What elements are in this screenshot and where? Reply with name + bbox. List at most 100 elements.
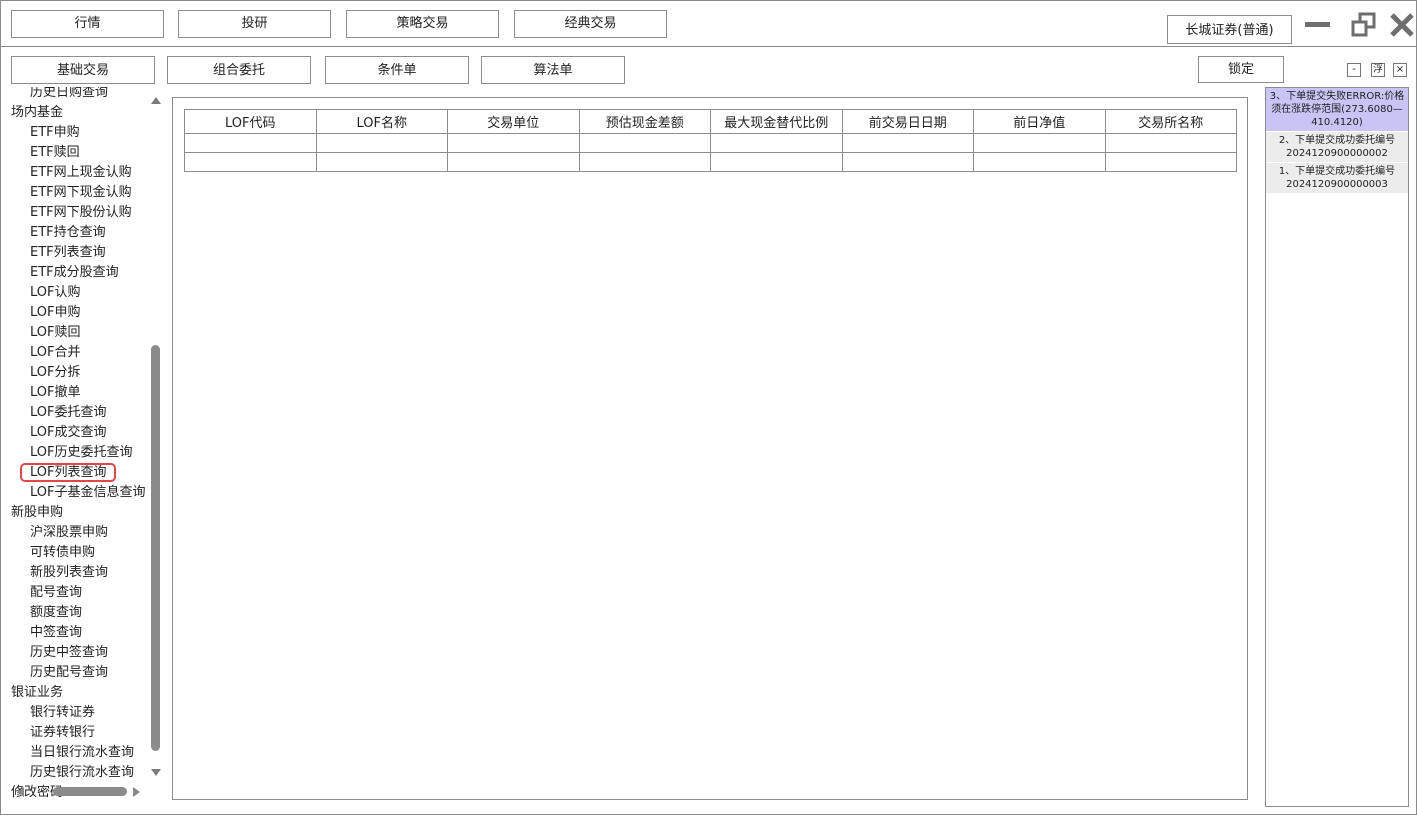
tree-item[interactable]: 额度查询 — [10, 603, 155, 623]
nav-research-button[interactable]: 投研 — [178, 10, 331, 38]
tree-item-label: 沪深股票申购 — [30, 525, 109, 540]
table-cell — [973, 133, 1106, 153]
nav-strategy-trade-button[interactable]: 策略交易 — [346, 10, 499, 38]
tree-item[interactable]: ETF申购 — [10, 123, 155, 143]
broker-account-button[interactable]: 长城证券(普通) — [1167, 15, 1292, 44]
function-tree: 历史日购查询 场内基金 ETF申购 ETF赎回 ETF网上现金认购 ETF网下现金认购 ET… — [10, 87, 163, 801]
tab-basic-trade[interactable]: 基础交易 — [11, 56, 155, 84]
tree-item[interactable]: LOF分拆 — [10, 363, 155, 383]
table-body — [184, 133, 1237, 172]
tab-portfolio-order[interactable]: 组合委托 — [167, 56, 311, 84]
scroll-left-icon[interactable] — [17, 787, 24, 797]
tree-item[interactable]: LOF列表查询 — [10, 463, 155, 483]
panel-float-button[interactable]: 浮 — [1371, 63, 1385, 77]
tree-item[interactable]: ETF列表查询 — [10, 243, 155, 263]
tree-item-label: ETF申购 — [30, 125, 80, 140]
tree-item-label: 新股申购 — [11, 505, 64, 520]
column-header[interactable]: 前日净值 — [973, 109, 1106, 134]
scroll-down-icon[interactable] — [151, 769, 161, 776]
tree-list: 历史日购查询 场内基金 ETF申购 ETF赎回 ETF网上现金认购 ETF网下现金认购 ET… — [10, 87, 155, 801]
table-cell — [1104, 133, 1237, 153]
tree-item[interactable]: LOF赎回 — [10, 323, 155, 343]
tree-item-label: LOF赎回 — [30, 325, 81, 340]
scroll-up-icon[interactable] — [151, 97, 161, 104]
tree-item[interactable]: 历史中签查询 — [10, 643, 155, 663]
table-cell — [315, 152, 448, 172]
tree-group[interactable]: 场内基金 — [10, 103, 155, 123]
tree-item-label: ETF列表查询 — [30, 245, 106, 260]
tree-item[interactable]: LOF历史委托查询 — [10, 443, 155, 463]
tree-item[interactable]: LOF认购 — [10, 283, 155, 303]
tree-group[interactable]: 银证业务 — [10, 683, 155, 703]
order-message-panel: 3、下单提交失败ERROR:价格须在涨跌停范围(273.6080—410.412… — [1265, 87, 1409, 807]
tree-item-label: 中签查询 — [30, 625, 83, 640]
tree-item[interactable]: 配号查询 — [10, 583, 155, 603]
tree-item[interactable]: 历史银行流水查询 — [10, 763, 155, 783]
lof-list-table: LOF代码 LOF名称 交易单位 预估现金差额 最大现金替代比例 前交易日日期 前日净值 交易… — [184, 109, 1237, 172]
tree-item[interactable]: LOF成交查询 — [10, 423, 155, 443]
table-cell — [447, 133, 580, 153]
table-cell — [841, 133, 974, 153]
tree-item[interactable]: ETF赎回 — [10, 143, 155, 163]
tree-item[interactable]: 新股列表查询 — [10, 563, 155, 583]
tree-item[interactable]: 证券转银行 — [10, 723, 155, 743]
table-row[interactable] — [184, 133, 1237, 153]
column-header[interactable]: 最大现金替代比例 — [710, 109, 843, 134]
column-header[interactable]: LOF名称 — [315, 109, 448, 134]
tree-item-label: ETF持仓查询 — [30, 225, 106, 240]
tree-item[interactable]: LOF子基金信息查询 — [10, 483, 155, 503]
column-header[interactable]: 预估现金差额 — [578, 109, 711, 134]
tree-item-label: 场内基金 — [11, 105, 64, 120]
tree-group[interactable]: 新股申购 — [10, 503, 155, 523]
table-row[interactable] — [184, 152, 1237, 172]
tree-vertical-scrollbar[interactable] — [149, 97, 163, 781]
tree-item[interactable]: ETF持仓查询 — [10, 223, 155, 243]
tree-item[interactable]: ETF网下股份认购 — [10, 203, 155, 223]
scroll-thumb[interactable] — [151, 345, 160, 751]
tree-item-label: LOF申购 — [30, 305, 81, 320]
tree-item[interactable]: LOF撤单 — [10, 383, 155, 403]
tree-item[interactable]: 可转债申购 — [10, 543, 155, 563]
column-header[interactable]: 交易单位 — [447, 109, 580, 134]
tree-item[interactable]: 历史日购查询 — [10, 87, 155, 103]
tree-horizontal-scrollbar[interactable] — [11, 785, 151, 799]
hscroll-thumb[interactable] — [53, 787, 127, 796]
close-icon[interactable] — [1388, 11, 1416, 39]
tab-algo-order[interactable]: 算法单 — [481, 56, 625, 84]
tree-item-label: 配号查询 — [30, 585, 83, 600]
restore-icon[interactable] — [1351, 12, 1377, 38]
tree-item-label: LOF分拆 — [30, 365, 81, 380]
column-header[interactable]: 交易所名称 — [1104, 109, 1237, 134]
table-cell — [315, 133, 448, 153]
lof-list-panel: LOF代码 LOF名称 交易单位 预估现金差额 最大现金替代比例 前交易日日期 前日净值 交易… — [172, 97, 1248, 800]
tree-item[interactable]: 中签查询 — [10, 623, 155, 643]
tab-conditional-order[interactable]: 条件单 — [325, 56, 469, 84]
tree-item-label: 可转债申购 — [30, 545, 96, 560]
tree-item-label: LOF撤单 — [30, 385, 81, 400]
tree-item[interactable]: ETF网下现金认购 — [10, 183, 155, 203]
tree-item-label: 历史银行流水查询 — [30, 765, 135, 780]
table-cell — [578, 152, 711, 172]
column-header[interactable]: 前交易日日期 — [841, 109, 974, 134]
nav-classic-trade-button[interactable]: 经典交易 — [514, 10, 667, 38]
minimize-icon[interactable] — [1305, 22, 1330, 27]
tree-item[interactable]: LOF委托查询 — [10, 403, 155, 423]
tree-item[interactable]: 沪深股票申购 — [10, 523, 155, 543]
nav-market-button[interactable]: 行情 — [11, 10, 164, 38]
tree-item[interactable]: LOF合并 — [10, 343, 155, 363]
tree-item[interactable]: ETF网上现金认购 — [10, 163, 155, 183]
panel-minimize-button[interactable]: - — [1347, 63, 1361, 77]
table-cell — [184, 152, 317, 172]
tree-item[interactable]: LOF申购 — [10, 303, 155, 323]
tree-item[interactable]: 当日银行流水查询 — [10, 743, 155, 763]
tree-item[interactable]: 历史配号查询 — [10, 663, 155, 683]
scroll-right-icon[interactable] — [133, 787, 140, 797]
tree-item[interactable]: 银行转证券 — [10, 703, 155, 723]
lock-button[interactable]: 锁定 — [1198, 56, 1284, 83]
panel-close-button[interactable]: × — [1393, 63, 1407, 77]
table-cell — [447, 152, 580, 172]
app-window: 行情 投研 策略交易 经典交易 长城证券(普通) 基础交易 组合委托 条件单 算… — [0, 0, 1417, 815]
tree-item-label: 历史中签查询 — [30, 645, 109, 660]
column-header[interactable]: LOF代码 — [184, 109, 317, 134]
tree-item[interactable]: ETF成分股查询 — [10, 263, 155, 283]
